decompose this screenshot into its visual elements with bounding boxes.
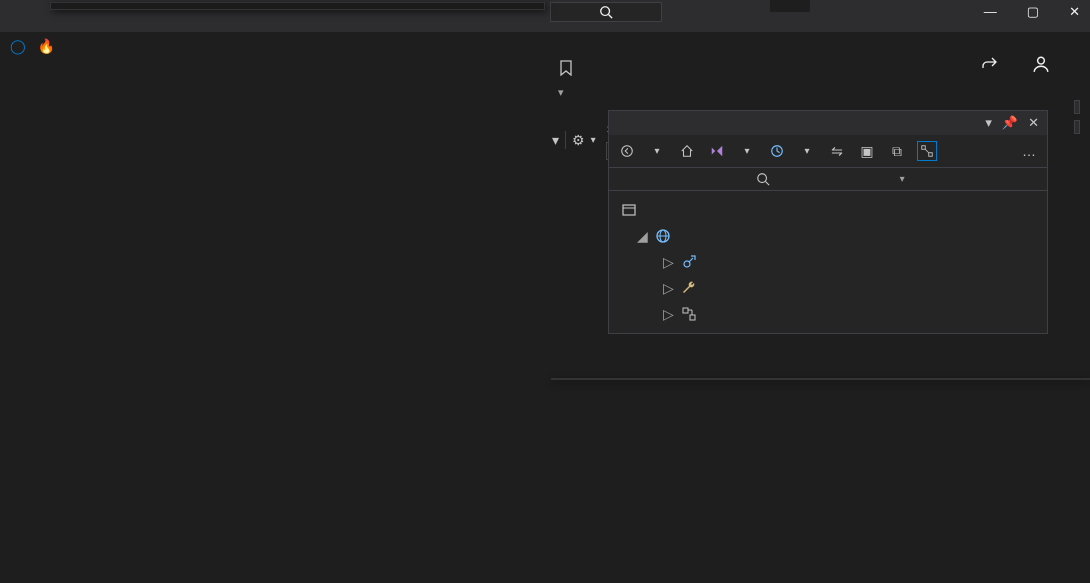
window-icon[interactable]: ▣ [857, 141, 877, 161]
solution-tree: ◢ ▷ ▷ ▷ [609, 191, 1047, 333]
editor-pin-controls: ▾ [558, 60, 574, 99]
sync-icon[interactable]: ⇋ [827, 141, 847, 161]
maximize-icon[interactable]: ▢ [1027, 4, 1039, 20]
expand-icon[interactable]: ▷ [663, 280, 675, 297]
gear-icon[interactable]: ⚙ [572, 132, 585, 149]
chevron-down-icon[interactable]: ▾ [797, 141, 817, 161]
live-share[interactable] [982, 55, 1050, 73]
chevron-down-icon[interactable]: ▾ [558, 86, 574, 99]
project-icon [655, 228, 673, 244]
add-context-menu [50, 2, 545, 10]
editor-tab[interactable] [15, 115, 31, 123]
connected-services-node[interactable]: ▷ [613, 249, 1043, 275]
search-icon[interactable] [599, 5, 613, 19]
vs-icon[interactable] [707, 141, 727, 161]
properties-node[interactable]: ▷ [613, 275, 1043, 301]
window-title [770, 0, 810, 12]
solution-root[interactable] [613, 197, 1043, 223]
copy-icon[interactable]: ⧉ [887, 141, 907, 161]
pin-icon[interactable]: 📌 [1002, 115, 1018, 131]
wrench-icon [681, 280, 699, 296]
side-tabs [1064, 100, 1090, 134]
properties-tab[interactable] [1074, 120, 1080, 134]
chevron-down-icon[interactable]: ▾ [591, 135, 596, 146]
chevron-down-icon[interactable]: ▾ [737, 141, 757, 161]
close-icon[interactable]: ✕ [1069, 4, 1080, 20]
hot-reload-icon[interactable]: 🔥 [38, 38, 55, 55]
solution-explorer-panel: ▾ 📌 ✕ ▾ ▾ ▾ ⇋ ▣ ⧉ … ▾ [608, 110, 1048, 334]
dependencies-node[interactable]: ▷ [613, 301, 1043, 327]
solution-search[interactable]: ▾ [609, 168, 1047, 191]
menu-debug[interactable] [0, 12, 16, 20]
share-icon [982, 56, 998, 72]
minimize-icon[interactable]: — [984, 4, 997, 20]
close-icon[interactable]: ✕ [1028, 115, 1039, 131]
account-icon[interactable] [1032, 55, 1050, 73]
back-icon[interactable]: ◯ [10, 38, 26, 55]
solution-icon [621, 202, 639, 218]
search-icon[interactable] [756, 172, 895, 186]
chevron-down-icon[interactable]: ▾ [647, 141, 667, 161]
project-context-menu [551, 378, 1090, 380]
search-box[interactable] [550, 2, 662, 22]
back-icon[interactable] [617, 141, 637, 161]
notifications-tab[interactable] [1074, 100, 1080, 114]
project-node[interactable]: ◢ [613, 223, 1043, 249]
chevron-down-icon[interactable]: ▾ [552, 132, 559, 149]
home-icon[interactable] [677, 141, 697, 161]
expand-icon[interactable]: ▷ [663, 306, 675, 323]
solution-explorer-toolbar: ▾ ▾ ▾ ⇋ ▣ ⧉ … [609, 135, 1047, 168]
solution-explorer-header[interactable]: ▾ 📌 ✕ [609, 111, 1047, 135]
chevron-down-icon[interactable]: ▾ [900, 174, 1039, 185]
expand-icon[interactable]: ◢ [637, 228, 649, 245]
secondary-toolbar: ◯ 🔥 [0, 32, 65, 61]
separator [565, 131, 566, 149]
collapse-icon[interactable] [917, 141, 937, 161]
history-icon[interactable] [767, 141, 787, 161]
dropdown-icon[interactable]: ▾ [985, 115, 992, 131]
connected-icon [681, 254, 699, 270]
more-icon[interactable]: … [1019, 141, 1039, 161]
expand-icon[interactable]: ▷ [663, 254, 675, 271]
dependencies-icon [681, 306, 699, 322]
bookmark-icon[interactable] [558, 60, 574, 76]
